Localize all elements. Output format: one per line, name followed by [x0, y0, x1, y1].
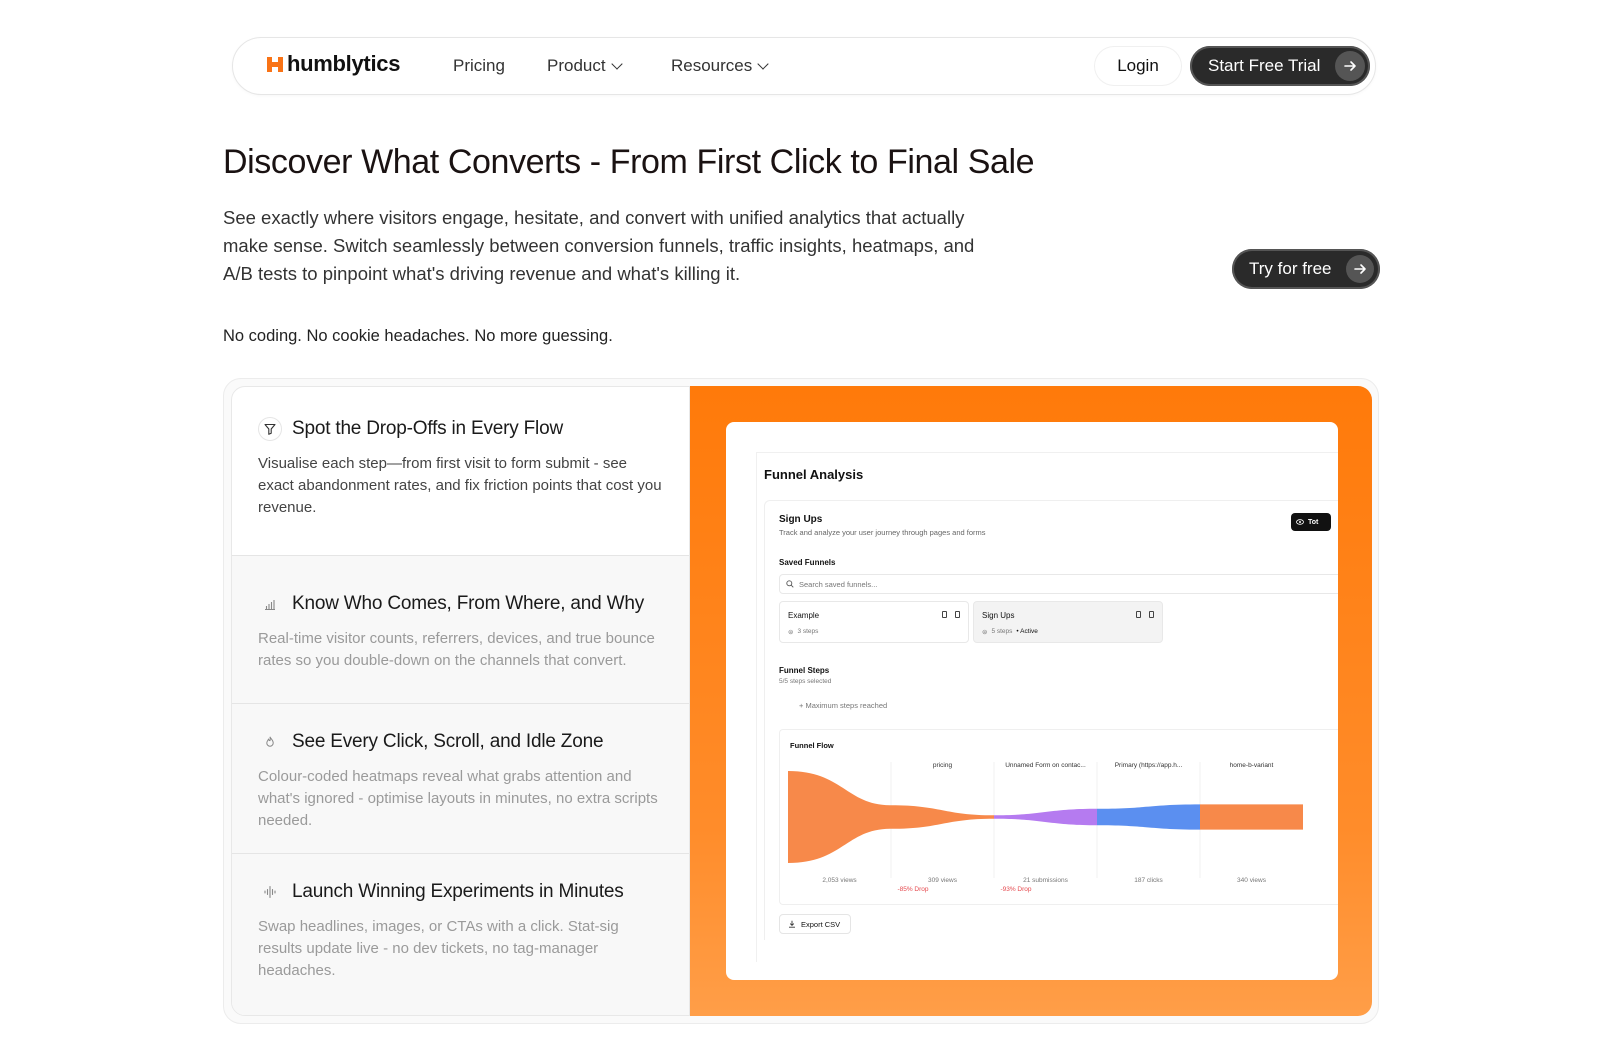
dashboard-screenshot: Funnel Analysis Sign Ups Track and analy… — [726, 422, 1338, 980]
logo[interactable]: humblytics — [267, 51, 400, 77]
layers-icon: ⊜ — [788, 629, 794, 636]
feature-item-funnels[interactable]: Spot the Drop-Offs in Every Flow Visuali… — [232, 387, 689, 556]
trial-label: Start Free Trial — [1208, 56, 1321, 75]
document-icon[interactable] — [1136, 611, 1141, 618]
step-value-label: 340 views — [1237, 877, 1267, 884]
view-toggle-button[interactable]: Tot — [1291, 513, 1331, 531]
feature-title: Launch Winning Experiments in Minutes — [292, 881, 624, 902]
funnel-segment — [994, 808, 1097, 826]
feature-title: Know Who Comes, From Where, and Why — [292, 593, 644, 614]
trash-icon[interactable] — [1149, 611, 1154, 618]
drop-off-label: -93% Drop — [1000, 886, 1031, 893]
step-label: Primary (https://app.h... — [1115, 762, 1183, 769]
chevron-down-icon — [757, 58, 769, 70]
chevron-down-icon — [610, 58, 623, 70]
step-value-label: 21 submissions — [1023, 877, 1069, 884]
nav-link-pricing[interactable]: Pricing — [453, 56, 505, 76]
nav-link-label: Resources — [671, 56, 753, 75]
feature-description: Real-time visitor counts, referrers, dev… — [258, 630, 655, 669]
nav-link-product[interactable]: Product — [547, 56, 623, 76]
top-navigation: humblytics Pricing Product Resources Log… — [232, 37, 1376, 95]
step-value-label: 187 clicks — [1134, 877, 1163, 884]
arrow-right-icon — [1335, 51, 1365, 81]
funnel-name: Sign Ups — [779, 514, 823, 525]
export-csv-button[interactable]: Export CSV — [779, 914, 851, 934]
feature-title: See Every Click, Scroll, and Idle Zone — [292, 731, 604, 752]
saved-funnel-card[interactable]: Example ⊜ 3 steps — [779, 601, 969, 643]
saved-funnels-label: Saved Funnels — [779, 558, 836, 567]
login-button[interactable]: Login — [1095, 47, 1181, 85]
dashboard-frame: Funnel Analysis Sign Ups Track and analy… — [756, 452, 1338, 962]
step-label: home-b-variant — [1230, 762, 1274, 769]
funnel-segment — [1097, 804, 1200, 830]
active-badge: • Active — [1016, 628, 1038, 635]
nav-link-label: Product — [547, 56, 606, 75]
funnel-segment — [788, 771, 891, 863]
document-icon[interactable] — [942, 611, 947, 618]
saved-funnel-card-active[interactable]: Sign Ups ⊜ 5 steps • Active — [973, 601, 1163, 643]
hero-title: Discover What Converts - From First Clic… — [223, 143, 1035, 181]
saved-funnel-name: Sign Ups — [982, 611, 1015, 620]
step-label: pricing — [933, 762, 953, 769]
bar-chart-icon — [258, 592, 282, 616]
funnel-panel: Sign Ups Track and analyze your user jou… — [764, 500, 1338, 940]
arrow-right-icon — [1346, 255, 1374, 283]
logo-mark-icon — [267, 56, 284, 73]
try-label: Try for free — [1249, 259, 1332, 278]
funnel-subtitle: Track and analyze your user journey thro… — [779, 528, 986, 537]
feature-list: Spot the Drop-Offs in Every Flow Visuali… — [231, 386, 690, 1016]
feature-description: Visualise each step—from first visit to … — [258, 455, 662, 516]
dashboard-title: Funnel Analysis — [764, 467, 864, 482]
logo-text: humblytics — [287, 51, 401, 76]
feature-description: Swap headlines, images, or CTAs with a c… — [258, 918, 619, 979]
layers-icon: ⊜ — [982, 629, 988, 636]
funnel-steps-count: 5/5 steps selected — [779, 678, 832, 685]
trash-icon[interactable] — [955, 611, 960, 618]
hero-description: See exactly where visitors engage, hesit… — [223, 207, 975, 284]
saved-funnel-steps: ⊜ 5 steps • Active — [982, 628, 1038, 636]
nav-link-resources[interactable]: Resources — [671, 56, 769, 76]
split-icon — [258, 880, 282, 904]
funnel-flow-chart: Funnel Flow 2,053 views pricing 309 views -… — [779, 729, 1338, 905]
max-steps-notice: + Maximum steps reached — [799, 701, 888, 710]
feature-item-traffic[interactable]: Know Who Comes, From Where, and Why Real… — [232, 556, 689, 704]
step-value-label: 309 views — [928, 877, 958, 884]
filter-icon — [258, 417, 282, 441]
start-free-trial-button[interactable]: Start Free Trial — [1190, 46, 1370, 86]
feature-title: Spot the Drop-Offs in Every Flow — [292, 418, 563, 439]
export-label: Export CSV — [801, 919, 841, 929]
saved-funnel-steps: ⊜ 3 steps — [788, 628, 818, 636]
steps-count: 3 steps — [797, 628, 819, 635]
feature-item-experiments[interactable]: Launch Winning Experiments in Minutes Sw… — [232, 854, 689, 1015]
funnel-steps-label: Funnel Steps — [779, 666, 830, 675]
product-preview: Funnel Analysis Sign Ups Track and analy… — [690, 386, 1372, 1016]
hero-tagline: No coding. No cookie headaches. No more … — [223, 327, 613, 345]
funnel-flow-svg: 2,053 views pricing 309 views-85% Drop Unna… — [788, 762, 1303, 893]
drop-off-label: -85% Drop — [897, 886, 928, 893]
funnel-segment — [891, 805, 994, 829]
funnel-segment — [1200, 804, 1303, 830]
step-value-label: 2,053 views — [822, 877, 857, 884]
nav-link-label: Pricing — [453, 56, 505, 75]
step-label: Unnamed Form on contac... — [1005, 762, 1086, 769]
search-icon — [786, 580, 794, 588]
try-for-free-button[interactable]: Try for free — [1232, 249, 1380, 289]
eye-icon — [1296, 519, 1304, 525]
feature-description: Colour-coded heatmaps reveal what grabs … — [258, 768, 658, 829]
download-icon — [789, 920, 795, 928]
saved-funnel-name: Example — [788, 611, 820, 620]
feature-item-heatmaps[interactable]: See Every Click, Scroll, and Idle Zone C… — [232, 704, 689, 854]
search-saved-funnels-input[interactable]: Search saved funnels... — [779, 574, 1338, 594]
toggle-label: Tot — [1308, 518, 1319, 526]
steps-count: 5 steps — [991, 628, 1013, 635]
flame-icon — [258, 730, 282, 754]
search-placeholder: Search saved funnels... — [799, 579, 878, 589]
